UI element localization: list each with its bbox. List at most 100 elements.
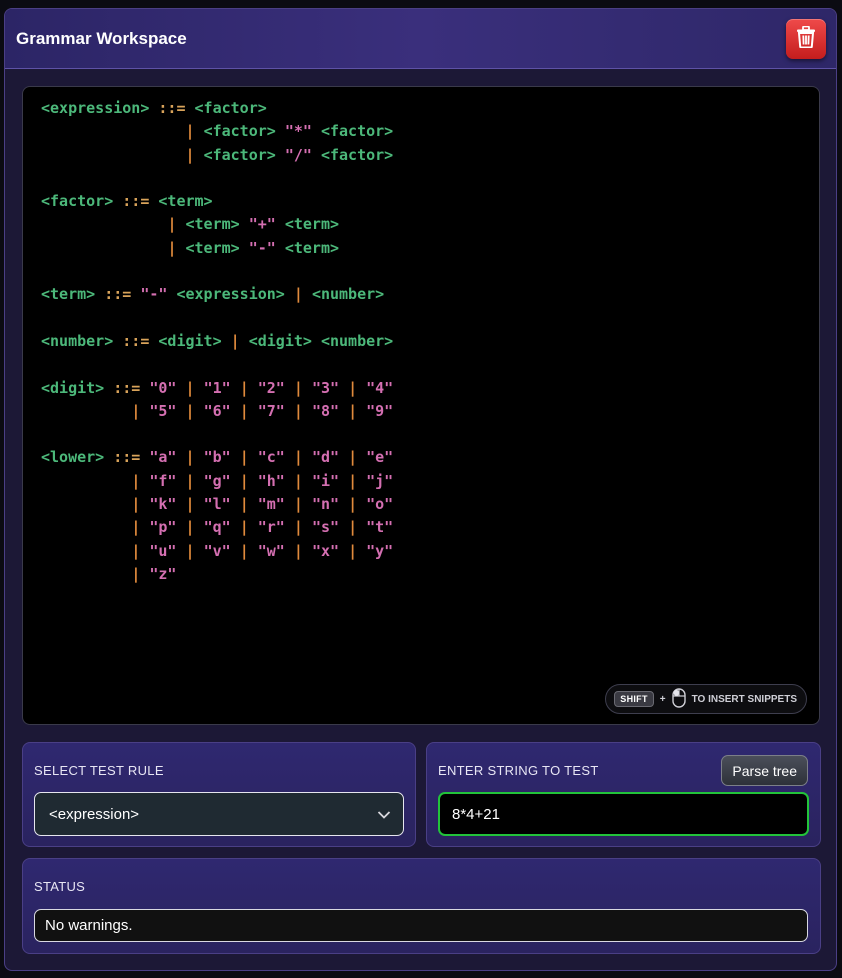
test-string-label: ENTER STRING TO TEST: [438, 763, 599, 778]
code-line[interactable]: | <factor> "*" <factor>: [41, 120, 394, 143]
code-token: |: [185, 541, 195, 560]
code-token: <factor>: [320, 122, 394, 141]
code-token: "9": [366, 401, 394, 420]
code-token: "q": [203, 518, 231, 537]
test-string-input[interactable]: [438, 792, 809, 836]
code-token: "l": [203, 495, 231, 514]
code-line[interactable]: <expression> ::= <factor>: [41, 97, 393, 120]
hint-plus: +: [659, 693, 666, 705]
code-token: "b": [203, 448, 231, 467]
code-line[interactable]: | "u" | "v" | "w" | "x" | "y": [41, 540, 393, 563]
code-token: |: [131, 495, 141, 514]
code-line[interactable]: <factor> ::= <term>: [41, 190, 393, 213]
code-token: |: [348, 448, 358, 467]
code-token: "z": [149, 564, 177, 583]
code-token: |: [131, 518, 141, 537]
code-token: "4": [366, 378, 394, 397]
parse-tree-button[interactable]: Parse tree: [721, 755, 808, 786]
code-line[interactable]: [41, 353, 393, 376]
code-line[interactable]: | "k" | "l" | "m" | "n" | "o": [41, 493, 393, 516]
code-token: |: [293, 495, 303, 514]
code-line[interactable]: | <term> "+" <term>: [41, 213, 393, 236]
code-line[interactable]: | <factor> "/" <factor>: [41, 144, 394, 167]
code-token: "h": [257, 471, 285, 490]
code-token: <number>: [41, 331, 114, 350]
code-line[interactable]: <digit> ::= "0" | "1" | "2" | "3" | "4": [41, 377, 393, 400]
code-token: "g": [203, 471, 231, 490]
delete-button[interactable]: [786, 18, 826, 59]
code-token: "x": [311, 541, 340, 560]
code-line[interactable]: <lower> ::= "a" | "b" | "c" | "d" | "e": [41, 446, 393, 469]
code-token: "t": [366, 518, 394, 537]
code-token: |: [293, 518, 303, 537]
code-token: |: [348, 518, 358, 537]
code-line[interactable]: [41, 423, 393, 446]
grammar-editor[interactable]: <expression> ::= <factor> | <factor> "*"…: [22, 86, 820, 725]
code-line[interactable]: [41, 307, 393, 330]
code-token: |: [239, 495, 249, 514]
code-token: <term>: [284, 238, 340, 257]
code-line[interactable]: <term> ::= "-" <expression> | <number>: [41, 283, 393, 306]
code-token: <factor>: [194, 99, 267, 117]
status-panel: STATUS No warnings.: [22, 858, 821, 954]
test-string-panel: ENTER STRING TO TEST Parse tree: [426, 742, 821, 847]
code-token: |: [348, 401, 358, 420]
code-line[interactable]: [41, 167, 393, 190]
code-token: |: [348, 378, 358, 397]
code-token: |: [185, 145, 195, 164]
code-token: |: [185, 378, 195, 397]
code-line[interactable]: | <term> "-" <term>: [41, 237, 393, 260]
code-token: |: [239, 378, 249, 397]
code-line[interactable]: | "5" | "6" | "7" | "8" | "9": [41, 400, 393, 423]
code-line[interactable]: | "z": [41, 563, 393, 586]
code-line[interactable]: | "f" | "g" | "h" | "i" | "j": [41, 470, 393, 493]
code-token: <digit>: [158, 331, 222, 350]
code-token: "y": [366, 541, 394, 560]
code-token: |: [293, 471, 303, 490]
grammar-code[interactable]: <expression> ::= <factor> | <factor> "*"…: [41, 97, 393, 586]
code-line[interactable]: [41, 260, 393, 283]
code-token: "7": [257, 401, 285, 420]
code-token: |: [293, 285, 303, 304]
code-token: "m": [257, 495, 285, 514]
code-token: |: [185, 401, 195, 420]
code-token: |: [131, 541, 141, 560]
code-token: <expression>: [41, 99, 150, 117]
code-token: ::=: [158, 99, 186, 117]
code-token: |: [239, 518, 249, 537]
code-token: <factor>: [320, 145, 394, 164]
code-token: "f": [149, 471, 177, 490]
test-rule-select[interactable]: <expression>: [34, 792, 404, 836]
test-rule-panel: SELECT TEST RULE <expression>: [22, 742, 416, 847]
code-line[interactable]: | "p" | "q" | "r" | "s" | "t": [41, 516, 393, 539]
code-line[interactable]: <number> ::= <digit> | <digit> <number>: [41, 330, 393, 353]
